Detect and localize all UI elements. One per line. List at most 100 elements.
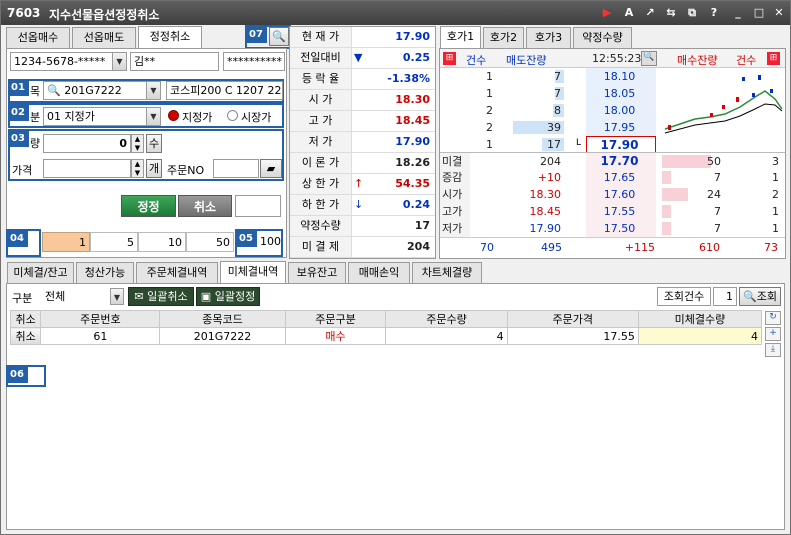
ask-price[interactable]: 18.00 [586, 102, 656, 119]
qty-preset-100[interactable]: 100 [257, 235, 281, 248]
close-icon[interactable]: ✕ [771, 5, 787, 21]
minimize-icon[interactable]: _ [730, 5, 746, 21]
cancel-button[interactable]: 취소 [178, 195, 232, 217]
tab-hoga3[interactable]: 호가3 [526, 27, 571, 48]
cancel-all-button[interactable]: ✉ 일괄취소 [128, 287, 194, 306]
filter-label: 구분 [12, 292, 33, 305]
order-type-value: 01 지정가 [47, 110, 95, 123]
scroll-end-icon[interactable]: ⤓ [765, 343, 781, 357]
ask-row[interactable]: 1 17 L 17.90 [440, 136, 660, 153]
price-input[interactable] [43, 159, 131, 178]
filter-select[interactable]: 전체 ▼ [41, 287, 125, 306]
bid-row[interactable]: 고가 18.45 17.55 7 1 [440, 203, 785, 220]
ask-row[interactable]: 1 7 18.10 [440, 68, 660, 85]
bid-price[interactable]: 17.70 [586, 153, 656, 170]
radio-limit-label: 지정가 [182, 111, 213, 124]
quote-value: 17.90 [395, 30, 430, 43]
bid-row[interactable]: 시가 18.30 17.60 24 2 [440, 186, 785, 203]
order-number: 61 [40, 327, 161, 345]
modify-all-button[interactable]: ▣ 일괄정정 [196, 287, 260, 306]
item-code-input[interactable]: 🔍 201G7222 ▼ [43, 81, 161, 100]
bid-row[interactable]: 미결 204 17.70 50 3 [440, 152, 785, 170]
qty-stepper[interactable]: ▲ ▼ [131, 134, 144, 153]
search-icon[interactable]: 🔍 [47, 84, 61, 97]
play-icon[interactable]: ▶ [599, 5, 615, 21]
radio-limit[interactable] [168, 110, 179, 121]
bottom-tab[interactable]: 차트체결량 [412, 262, 482, 283]
bottom-tab[interactable]: 주문체결내역 [136, 262, 218, 283]
chevron-down-icon[interactable]: ▼ [110, 288, 124, 305]
help-icon[interactable]: ? [706, 5, 722, 21]
tab-sell[interactable]: 선옵매도 [72, 27, 136, 48]
magnifier-icon[interactable]: 🔍 [269, 27, 289, 46]
tab-contract-qty[interactable]: 약정수량 [573, 27, 632, 48]
folder-icon[interactable]: ▰ [260, 159, 282, 178]
font-icon[interactable]: A [621, 5, 637, 21]
chevron-down-icon[interactable]: ▼ [146, 108, 160, 125]
add-icon[interactable]: + [765, 327, 781, 341]
tab-buy[interactable]: 선옵매수 [6, 27, 70, 48]
hoga-totals: 70 495 +115 610 73 [440, 237, 785, 257]
bottom-tab[interactable]: 청산가능 [76, 262, 134, 283]
modify-button[interactable]: 정정 [121, 195, 176, 217]
bottom-tab[interactable]: 미체결내역 [220, 261, 286, 283]
expand-icon[interactable]: ⊞ [767, 52, 780, 65]
qty-preset-1[interactable]: 1 [42, 232, 90, 252]
bid-row[interactable]: 증감 +10 17.65 7 1 [440, 169, 785, 186]
price-stepper[interactable]: ▲ ▼ [131, 159, 144, 178]
column-header: 취소 [9, 310, 42, 328]
ask-row[interactable]: 2 8 18.00 [440, 102, 660, 119]
ask-row[interactable]: 2 39 17.95 [440, 119, 660, 136]
quote-label: 시 가 [290, 90, 352, 110]
radio-market[interactable] [227, 110, 238, 121]
bid-price[interactable]: 17.50 [586, 220, 656, 237]
bid-price[interactable]: 17.60 [586, 186, 656, 203]
extra-input[interactable] [235, 195, 281, 217]
qty-preset-50[interactable]: 50 [186, 232, 234, 252]
quote-label: 등 락 율 [290, 69, 352, 89]
qty-unit-button[interactable]: 수 [146, 134, 162, 153]
tab-hoga2[interactable]: 호가2 [483, 27, 524, 48]
bid-label: 저가 [440, 220, 470, 237]
tab-hoga1[interactable]: 호가1 [440, 26, 481, 48]
chevron-down-icon[interactable]: ▼ [112, 53, 126, 70]
maximize-icon[interactable]: □ [751, 5, 767, 21]
tab-modify-cancel[interactable]: 정정취소 [138, 26, 202, 48]
qty-preset-10[interactable]: 10 [138, 232, 186, 252]
ask-price[interactable]: 18.10 [586, 68, 656, 85]
bottom-tab[interactable]: 보유잔고 [288, 262, 346, 283]
ask-qty: 7 [554, 87, 561, 100]
order-type-select[interactable]: 01 지정가 ▼ [43, 107, 161, 126]
refresh-icon[interactable]: ↻ [765, 311, 781, 325]
qty-preset-5[interactable]: 5 [90, 232, 138, 252]
bid-price[interactable]: 17.65 [586, 169, 656, 186]
quote-value: 54.35 [395, 177, 430, 190]
bid-price[interactable]: 17.55 [586, 203, 656, 220]
item-code: 201G7222 [64, 84, 122, 97]
bottom-tab[interactable]: 미체결/잔고 [7, 262, 74, 283]
badge-05: 05 [237, 231, 257, 247]
order-side: 매수 [284, 327, 387, 345]
swap-icon[interactable]: ⇆ [663, 5, 679, 21]
ask-price[interactable]: 17.95 [586, 119, 656, 136]
qty-input[interactable]: 0 [43, 134, 131, 153]
quote-value: 18.26 [395, 156, 430, 169]
row-cancel-button[interactable]: 취소 [9, 327, 42, 345]
password-field[interactable]: ********** [223, 52, 285, 71]
magnifier-icon[interactable]: 🔍 [641, 51, 657, 66]
bottom-tab[interactable]: 매매손익 [348, 262, 410, 283]
orderno-input[interactable] [213, 159, 259, 178]
table-row[interactable]: 취소 61 201G7222 매수 4 17.55 4 [9, 327, 763, 345]
expand-icon[interactable]: ⊞ [443, 52, 456, 65]
search-button[interactable]: 🔍조회 [739, 287, 781, 306]
price-unit-button[interactable]: 개 [146, 159, 162, 178]
quote-value: 0.24 [402, 198, 430, 211]
ask-price[interactable]: 18.05 [586, 85, 656, 102]
chevron-down-icon[interactable]: ▼ [146, 82, 160, 99]
bid-row[interactable]: 저가 17.90 17.50 7 1 [440, 220, 785, 237]
tile-icon[interactable]: ⧉ [684, 5, 700, 21]
ask-price[interactable]: 17.90 [586, 136, 656, 153]
ask-row[interactable]: 1 7 18.05 [440, 85, 660, 102]
account-select[interactable]: 1234-5678-***** ▼ [10, 52, 127, 71]
link-icon[interactable]: ↗ [642, 5, 658, 21]
